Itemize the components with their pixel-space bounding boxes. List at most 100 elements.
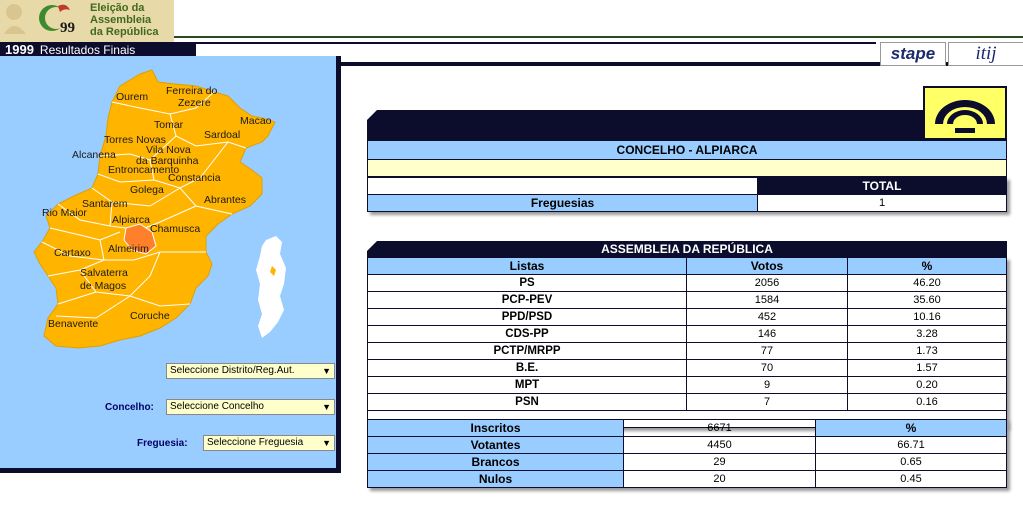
site-title-line: Eleição da — [90, 2, 145, 14]
town-label[interactable]: Chamusca — [150, 223, 200, 235]
summary-label: Brancos — [367, 453, 624, 471]
election-year: 1999 — [5, 42, 34, 57]
town-label[interactable]: Ferreira do — [166, 85, 218, 97]
header-logo-area: 99 Eleição da Assembleia da República — [0, 0, 174, 42]
town-label[interactable]: Tomar — [154, 119, 184, 131]
table-row: B.E. 70 1.57 — [367, 359, 1007, 377]
site-title-line: Assembleia — [90, 14, 152, 26]
chevron-down-icon: ▼ — [322, 366, 331, 376]
column-header: % — [847, 257, 1007, 275]
percent-cell: 0.20 — [847, 376, 1007, 394]
summary-percent: 0.65 — [815, 453, 1007, 471]
freguesias-table: TOTAL Freguesias 1 — [367, 177, 1007, 212]
percent-cell: 35.60 — [847, 291, 1007, 309]
table-row: PCP-PEV 1584 35.60 — [367, 291, 1007, 309]
header-divider — [174, 36, 1023, 38]
town-label[interactable]: Sardoal — [204, 129, 240, 141]
concelho-title: CONCELHO - ALPIARCA — [367, 140, 1007, 160]
percent-cell: 10.16 — [847, 308, 1007, 326]
town-label[interactable]: Alcanena — [72, 149, 116, 161]
site-title: Eleição da Assembleia da República — [90, 2, 174, 38]
summary-value: 4450 — [623, 436, 816, 454]
party-name: PCP-PEV — [367, 291, 687, 309]
portugal-locator-icon — [256, 236, 286, 338]
table-row: Brancos 29 0.65 — [367, 453, 1007, 471]
header-divider — [196, 42, 876, 44]
summary-percent: 66.71 — [815, 436, 1007, 454]
votes-cell: 7 — [686, 393, 848, 411]
party-name: PSN — [367, 393, 687, 411]
table-row: PPD/PSD 452 10.16 — [367, 308, 1007, 326]
concelho-label: Concelho: — [105, 402, 154, 413]
concelho-subtitle-row — [367, 160, 1007, 177]
town-label[interactable]: Almeirim — [108, 243, 149, 255]
percent-cell: 46.20 — [847, 274, 1007, 292]
site-title-line: da República — [90, 26, 159, 38]
table-row: PSN 7 0.16 — [367, 393, 1007, 411]
town-label[interactable]: Abrantes — [204, 194, 246, 206]
percent-cell: 3.28 — [847, 325, 1007, 343]
summary-percent: % — [815, 419, 1007, 437]
table-row: PCTP/MRPP 77 1.73 — [367, 342, 1007, 360]
table-row: Inscritos 6671% — [367, 419, 1007, 437]
chevron-down-icon: ▼ — [322, 438, 331, 448]
table-row: Nulos 20 0.45 — [367, 470, 1007, 488]
assembleia-header-bar: ASSEMBLEIA DA REPÚBLICA — [367, 241, 1007, 257]
parliament-icon — [935, 100, 995, 133]
town-label[interactable]: de Magos — [80, 280, 126, 292]
results-table: Listas Votos % PS 2056 46.20 PCP-PEV 1584 35… — [367, 257, 1007, 428]
party-name: MPT — [367, 376, 687, 394]
column-header: Votos — [686, 257, 848, 275]
assembleia-title: ASSEMBLEIA DA REPÚBLICA — [601, 242, 773, 256]
district-map[interactable]: Ourem Ferreira do Zezere Tomar Macao Sar… — [0, 56, 336, 356]
summary-percent: 0.45 — [815, 470, 1007, 488]
concelho-header-bar — [367, 110, 923, 140]
distrito-select-value: Seleccione Distrito/Reg.Aut. — [170, 365, 295, 376]
town-label[interactable]: Constancia — [168, 172, 221, 184]
concelho-select[interactable]: Seleccione Concelho ▼ — [166, 399, 335, 415]
summary-value: 20 — [623, 470, 816, 488]
percent-cell: 0.16 — [847, 393, 1007, 411]
town-label[interactable]: Santarem — [82, 198, 128, 210]
party-name: PCTP/MRPP — [367, 342, 687, 360]
town-label[interactable]: Rio Maior — [42, 207, 87, 219]
svg-text:99: 99 — [60, 20, 75, 36]
votes-cell: 452 — [686, 308, 848, 326]
town-label[interactable]: Golega — [130, 184, 164, 196]
results-subtitle: Resultados Finais — [39, 43, 136, 57]
town-label[interactable]: Salvaterra — [80, 267, 128, 279]
empty-cell — [367, 177, 758, 195]
results-header-row: Listas Votos % — [367, 257, 1007, 275]
navigation-panel: Ourem Ferreira do Zezere Tomar Macao Sar… — [0, 56, 341, 473]
table-row: PS 2056 46.20 — [367, 274, 1007, 292]
party-name: CDS-PP — [367, 325, 687, 343]
concelho-select-value: Seleccione Concelho — [170, 401, 264, 412]
town-label[interactable]: Coruche — [130, 310, 170, 322]
town-label[interactable]: Benavente — [48, 318, 98, 330]
percent-cell: 1.73 — [847, 342, 1007, 360]
distrito-select[interactable]: Seleccione Distrito/Reg.Aut. ▼ — [166, 363, 335, 379]
votes-cell: 146 — [686, 325, 848, 343]
summary-value: 29 — [623, 453, 816, 471]
party-name: PS — [367, 274, 687, 292]
table-row: CDS-PP 146 3.28 — [367, 325, 1007, 343]
concelho-table: CONCELHO - ALPIARCA TOTAL Freguesias 1 — [367, 140, 1007, 212]
town-label[interactable]: Macao — [240, 115, 272, 127]
town-label[interactable]: Alpiarca — [112, 214, 150, 226]
party-name: PPD/PSD — [367, 308, 687, 326]
election-emblem-icon: 99 — [0, 0, 88, 42]
total-header: TOTAL — [757, 177, 1007, 195]
votes-cell: 77 — [686, 342, 848, 360]
chevron-down-icon: ▼ — [322, 402, 331, 412]
stape-logo-link[interactable]: stape — [880, 42, 946, 66]
percent-cell: 1.57 — [847, 359, 1007, 377]
itij-logo-link[interactable]: itij — [948, 42, 1023, 66]
votes-cell: 70 — [686, 359, 848, 377]
town-label[interactable]: Zezere — [178, 97, 211, 109]
summary-label: Votantes — [367, 436, 624, 454]
freguesia-select[interactable]: Seleccione Freguesia ▼ — [203, 435, 335, 451]
town-label[interactable]: Cartaxo — [54, 247, 91, 259]
town-label[interactable]: Ourem — [116, 91, 148, 103]
column-header: Listas — [367, 257, 687, 275]
party-name: B.E. — [367, 359, 687, 377]
